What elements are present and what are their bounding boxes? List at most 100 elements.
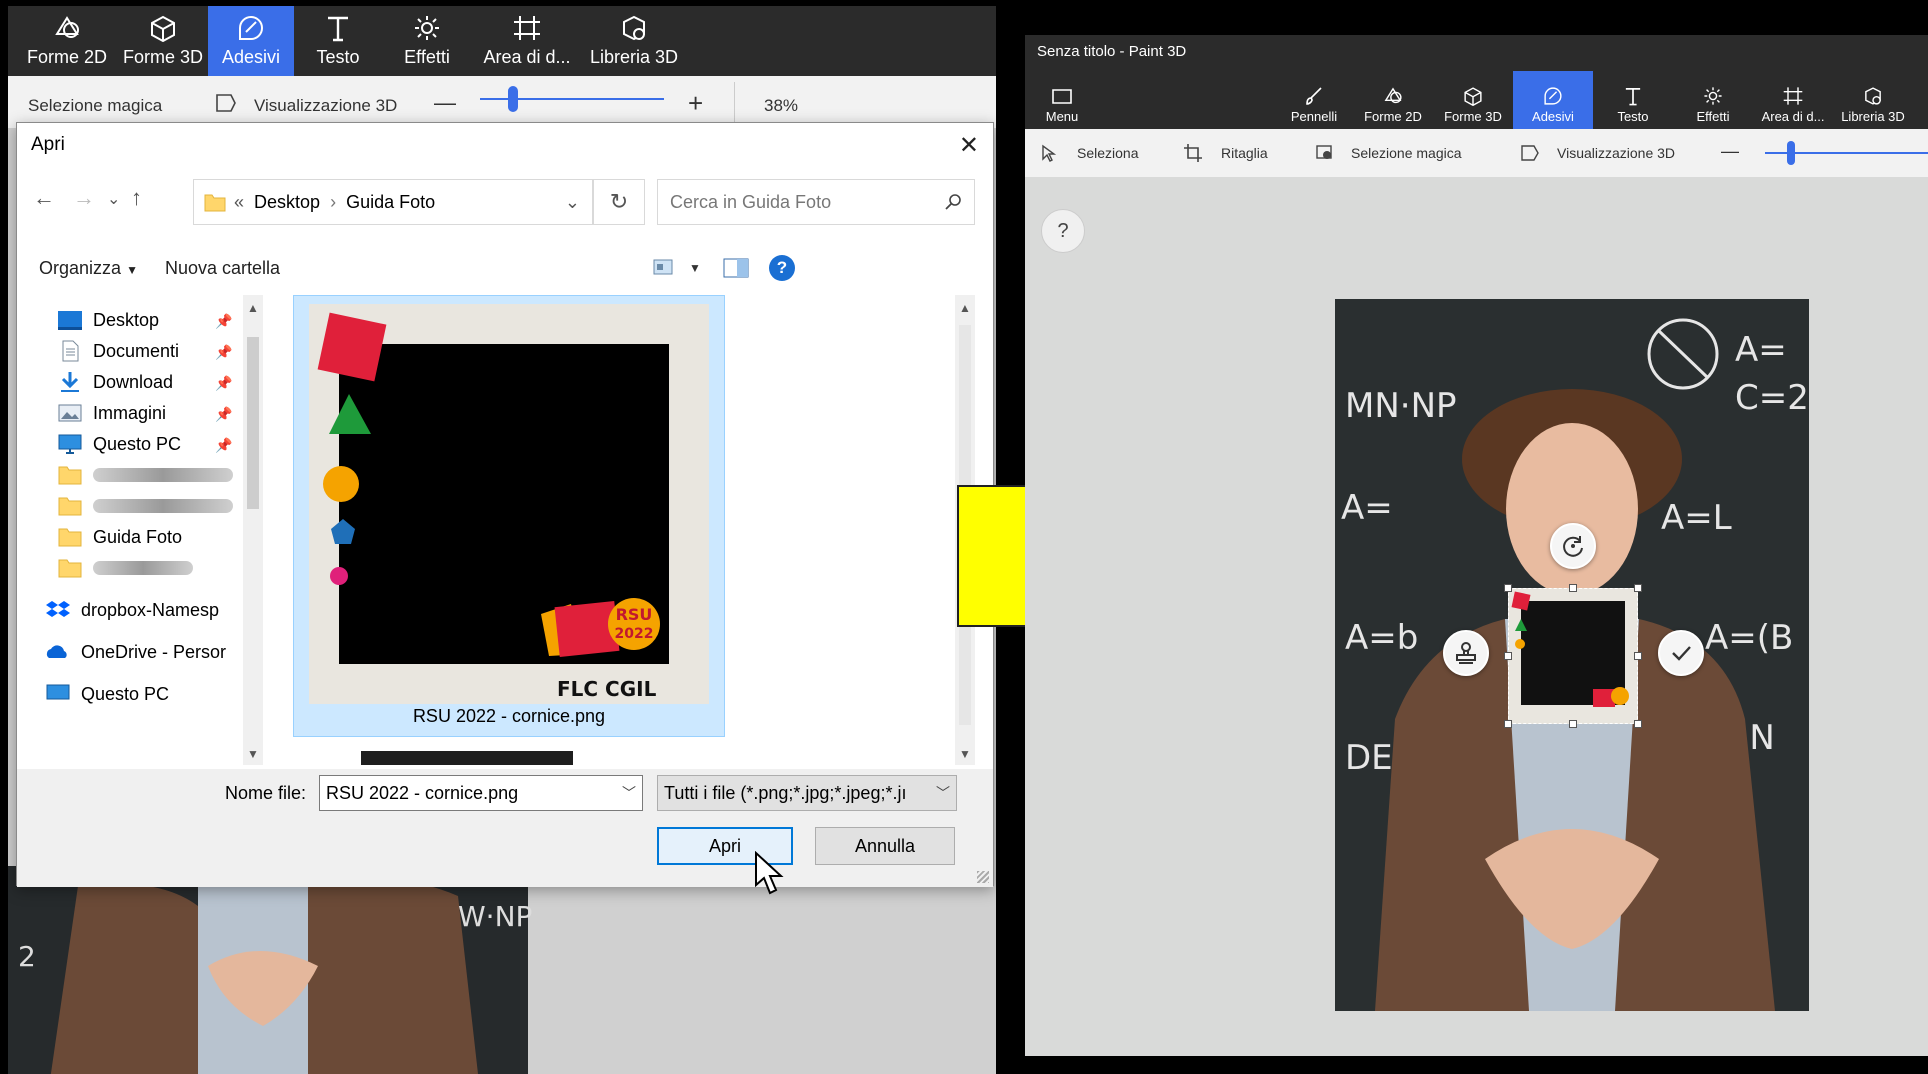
tab-forme-3d[interactable]: Forme 3D	[1433, 71, 1513, 129]
sticker-selection-box[interactable]	[1508, 588, 1638, 724]
resize-handle[interactable]	[1504, 652, 1512, 660]
tab-menu[interactable]: Menu	[1025, 71, 1099, 129]
help-button[interactable]: ?	[1041, 209, 1085, 253]
tab-label: Testo	[1617, 109, 1649, 124]
nav-item-documenti[interactable]: Documenti	[57, 336, 179, 366]
nav-item-blurred-folder[interactable]	[57, 553, 193, 583]
menu-folder-icon	[1052, 89, 1072, 104]
zoom-in-button[interactable]: +	[688, 88, 703, 119]
tab-area-di-disegno[interactable]: Area di d...	[1753, 71, 1833, 129]
recent-locations-icon[interactable]: ⌄	[107, 189, 120, 209]
zoom-slider-thumb[interactable]	[508, 86, 518, 112]
path-dropdown-icon[interactable]: ⌄	[565, 192, 580, 213]
tab-libreria-3d[interactable]: Libreria 3D	[582, 6, 686, 76]
nav-item-immagini[interactable]: Immagini	[57, 398, 166, 428]
cancel-button[interactable]: Annulla	[815, 827, 955, 865]
library-3d-icon	[623, 15, 645, 41]
scroll-up-icon[interactable]: ▲	[243, 301, 263, 315]
organize-button[interactable]: Organizza ▼	[39, 258, 138, 279]
zoom-slider-thumb[interactable]	[1787, 141, 1795, 165]
nav-item-questo-pc[interactable]: Questo PC	[57, 429, 181, 459]
pin-icon: 📌	[215, 406, 233, 422]
path-segment-desktop[interactable]: Desktop	[254, 192, 320, 213]
tab-libreria-3d[interactable]: Libreria 3D	[1833, 71, 1913, 129]
magic-select-button[interactable]: Selezione magica	[28, 96, 162, 116]
tab-adesivi[interactable]: Adesivi	[208, 6, 294, 76]
view3d-icon	[1521, 145, 1539, 161]
new-folder-button[interactable]: Nuova cartella	[165, 258, 280, 279]
chevron-down-icon[interactable]: ﹀	[622, 783, 636, 803]
tab-label: Libreria 3D	[1841, 109, 1905, 124]
documents-icon	[62, 340, 79, 362]
file-tile-selected[interactable]: RSU 2022 FLC CGIL RSU 2022 - cornice.png	[293, 295, 725, 737]
nav-item-label: Questo PC	[93, 433, 182, 454]
sticker-green-triangle	[1515, 619, 1527, 631]
nav-item-dropbox[interactable]: dropbox-Namesp	[45, 595, 219, 625]
pin-icon: 📌	[215, 375, 233, 391]
chevron-down-icon[interactable]: ﹀	[936, 783, 950, 803]
scroll-up-icon[interactable]: ▲	[955, 301, 975, 315]
nav-item-download[interactable]: Download	[57, 367, 173, 397]
pin-icon: 📌	[215, 437, 233, 453]
up-folder-icon[interactable]: ↑	[131, 185, 142, 211]
nav-pane-scrollbar[interactable]: ▲ ▼	[243, 295, 263, 765]
path-segment-guida-foto[interactable]: Guida Foto	[346, 192, 435, 213]
select-button[interactable]: Seleziona	[1077, 145, 1139, 161]
back-icon[interactable]: ←	[33, 185, 55, 211]
tab-testo[interactable]: Testo	[1593, 71, 1673, 129]
tab-effetti[interactable]: Effetti	[382, 6, 472, 76]
rotate-button[interactable]	[1550, 523, 1596, 569]
zoom-out-button[interactable]: —	[434, 90, 456, 116]
next-file-thumbnail[interactable]	[361, 751, 573, 765]
tab-forme-3d[interactable]: Forme 3D	[118, 6, 208, 76]
search-input[interactable]: Cerca in Guida Foto	[657, 179, 975, 225]
scrollbar-thumb[interactable]	[247, 337, 259, 509]
tab-pennelli[interactable]: Pennelli	[1275, 71, 1353, 129]
resize-handle[interactable]	[1634, 652, 1642, 660]
badge-text: RSU	[616, 605, 653, 624]
change-view-icon[interactable]	[653, 259, 673, 275]
forward-icon[interactable]: →	[73, 185, 95, 211]
resize-handle[interactable]	[1634, 584, 1642, 592]
view3d-button[interactable]: Visualizzazione 3D	[254, 96, 397, 116]
tab-effetti[interactable]: Effetti	[1673, 71, 1753, 129]
stamp-icon	[1456, 642, 1476, 664]
file-list-pane: RSU 2022 FLC CGIL RSU 2022 - cornice.png…	[267, 295, 975, 765]
stamp-button[interactable]	[1443, 630, 1489, 676]
magic-select-button[interactable]: Selezione magica	[1351, 145, 1462, 161]
resize-handle[interactable]	[1504, 720, 1512, 728]
resize-grip[interactable]	[977, 871, 989, 883]
zoom-out-button[interactable]: —	[1721, 141, 1739, 162]
tab-adesivi[interactable]: Adesivi	[1513, 71, 1593, 129]
folder-icon	[204, 194, 226, 212]
resize-handle[interactable]	[1569, 720, 1577, 728]
filename-input[interactable]: RSU 2022 - cornice.png ﹀	[319, 775, 643, 811]
file-type-select[interactable]: Tutti i file (*.png;*.jpg;*.jpeg;*.jı ﹀	[657, 775, 957, 811]
scroll-down-icon[interactable]: ▼	[243, 747, 263, 761]
nav-item-onedrive[interactable]: OneDrive - Persor	[45, 637, 226, 667]
tab-testo[interactable]: Testo	[294, 6, 382, 76]
close-icon[interactable]: ✕	[959, 131, 979, 160]
view3d-button[interactable]: Visualizzazione 3D	[1557, 145, 1675, 161]
view-options-dropdown-icon[interactable]: ▼	[689, 261, 701, 275]
nav-item-guida-foto[interactable]: Guida Foto	[57, 522, 182, 552]
scroll-down-icon[interactable]: ▼	[955, 747, 975, 761]
refresh-icon[interactable]: ↻	[593, 179, 645, 225]
resize-handle[interactable]	[1569, 584, 1577, 592]
tab-forme-2d[interactable]: Forme 2D	[1353, 71, 1433, 129]
confirm-button[interactable]	[1658, 630, 1704, 676]
help-icon[interactable]: ?	[769, 255, 795, 281]
nav-item-desktop[interactable]: Desktop	[57, 305, 159, 335]
nav-item-label: Guida Foto	[93, 526, 183, 547]
nav-item-questo-pc-root[interactable]: Questo PC	[45, 679, 169, 709]
nav-item-blurred-folder[interactable]	[57, 491, 233, 521]
crop-button[interactable]: Ritaglia	[1221, 145, 1268, 161]
tab-area-di-disegno[interactable]: Area di d...	[472, 6, 582, 76]
canvas-icon	[514, 16, 540, 40]
resize-handle[interactable]	[1504, 584, 1512, 592]
preview-pane-icon[interactable]	[723, 258, 749, 278]
resize-handle[interactable]	[1634, 720, 1642, 728]
tab-forme-2d[interactable]: Forme 2D	[16, 6, 118, 76]
nav-item-blurred-folder[interactable]	[57, 460, 233, 490]
address-bar[interactable]: « Desktop › Guida Foto ⌄	[193, 179, 593, 225]
